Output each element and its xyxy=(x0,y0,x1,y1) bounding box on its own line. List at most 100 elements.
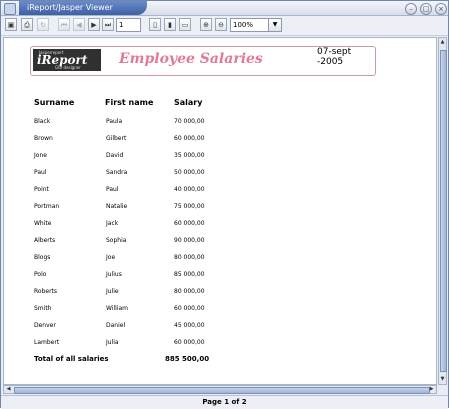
surname-cell: White xyxy=(34,220,52,227)
fit-page-button[interactable]: ▮ xyxy=(164,18,176,31)
zoom-in-button[interactable]: ⊕ xyxy=(200,18,212,31)
last-page-button[interactable]: ⏭ xyxy=(102,18,114,31)
salary-cell: 50 000,00 xyxy=(174,169,205,176)
vertical-scrollbar[interactable]: ▲ ▼ xyxy=(438,37,447,385)
first-name-cell: Joe xyxy=(106,254,116,261)
first-name-cell: Julius xyxy=(106,271,122,278)
horizontal-scrollbar[interactable]: ◀ ▶ xyxy=(3,385,437,394)
table-row: Denver Daniel 45 000,00 xyxy=(20,322,420,339)
viewer-window: iReport/Jasper Viewer – □ × ▣ ⎙ ↻ ⏮ ◀ ▶ … xyxy=(0,0,449,409)
app-icon xyxy=(4,3,16,15)
surname-cell: Black xyxy=(34,118,51,125)
surname-cell: Jone xyxy=(34,152,47,159)
first-name-cell: Julie xyxy=(106,288,119,295)
logo-caption-bottom: GUI designer xyxy=(55,65,81,70)
vertical-scroll-thumb[interactable] xyxy=(440,50,447,372)
salary-cell: 70 000,00 xyxy=(174,118,205,125)
zoom-out-button[interactable]: ⊖ xyxy=(215,18,227,31)
salary-cell: 45 000,00 xyxy=(174,322,205,329)
first-name-cell: Gilbert xyxy=(106,135,127,142)
horizontal-scroll-thumb[interactable] xyxy=(14,387,430,394)
table-row: Paul Sandra 50 000,00 xyxy=(20,169,420,186)
chevron-down-icon[interactable]: ▼ xyxy=(268,19,281,31)
minimize-button[interactable]: – xyxy=(405,3,417,15)
close-button[interactable]: × xyxy=(435,3,447,15)
salary-cell: 85 000,00 xyxy=(174,271,205,278)
scroll-up-icon[interactable]: ▲ xyxy=(439,38,446,47)
salary-cell: 60 000,00 xyxy=(174,135,205,142)
salary-cell: 35 000,00 xyxy=(174,152,205,159)
table-row: Blogs Joe 80 000,00 xyxy=(20,254,420,271)
fit-width-button[interactable]: ▭ xyxy=(179,18,191,31)
table-row: Jone David 35 000,00 xyxy=(20,152,420,169)
salary-cell: 60 000,00 xyxy=(174,305,205,312)
report-title: Employee Salaries xyxy=(119,51,263,67)
page-number-input[interactable]: 1 xyxy=(116,18,141,32)
first-name-cell: Paula xyxy=(106,118,123,125)
maximize-button[interactable]: □ xyxy=(420,3,432,15)
first-name-cell: Sandra xyxy=(106,169,128,176)
surname-cell: Roberts xyxy=(34,288,58,295)
save-button[interactable]: ▣ xyxy=(5,18,17,31)
salary-cell: 60 000,00 xyxy=(174,220,205,227)
first-name-header: First name xyxy=(105,98,154,107)
table-row: Lambert Julia 60 000,00 xyxy=(20,339,420,356)
salary-cell: 60 000,00 xyxy=(174,339,205,346)
zoom-value: 100% xyxy=(233,21,254,29)
report-viewport[interactable]: Jasperreport iReport GUI designer Employ… xyxy=(3,37,437,385)
surname-cell: Portman xyxy=(34,203,60,210)
salary-header: Salary xyxy=(174,98,203,107)
table-row: Alberts Sophia 90 000,00 xyxy=(20,237,420,254)
salary-cell: 80 000,00 xyxy=(174,288,205,295)
next-page-button[interactable]: ▶ xyxy=(88,18,100,31)
first-name-cell: David xyxy=(106,152,124,159)
table-row: Brown Gilbert 60 000,00 xyxy=(20,135,420,152)
page-status: Page 1 of 2 xyxy=(1,395,448,409)
table-row: Point Paul 40 000,00 xyxy=(20,186,420,203)
salary-cell: 75 000,00 xyxy=(174,203,205,210)
report-date: 07-sept -2005 xyxy=(317,47,352,67)
surname-cell: Blogs xyxy=(34,254,51,261)
first-page-button[interactable]: ⏮ xyxy=(58,18,70,31)
surname-cell: Alberts xyxy=(34,237,56,244)
surname-cell: Paul xyxy=(34,169,47,176)
surname-cell: Point xyxy=(34,186,49,193)
print-button[interactable]: ⎙ xyxy=(21,18,33,31)
table-row: White Jack 60 000,00 xyxy=(20,220,420,237)
title-bar[interactable]: iReport/Jasper Viewer – □ × xyxy=(1,1,448,16)
surname-cell: Brown xyxy=(34,135,53,142)
window-title: iReport/Jasper Viewer xyxy=(19,1,147,15)
surname-header: Surname xyxy=(34,98,75,107)
first-name-cell: Daniel xyxy=(106,322,126,329)
surname-cell: Lambert xyxy=(34,339,60,346)
first-name-cell: Julia xyxy=(106,339,119,346)
salary-cell: 90 000,00 xyxy=(174,237,205,244)
first-name-cell: Jack xyxy=(106,220,119,227)
first-name-cell: Sophia xyxy=(106,237,127,244)
previous-page-button[interactable]: ◀ xyxy=(73,18,85,31)
total-label: Total of all salaries xyxy=(34,355,109,363)
report-page: Jasperreport iReport GUI designer Employ… xyxy=(20,38,436,384)
reload-button[interactable]: ↻ xyxy=(37,18,49,31)
salary-cell: 40 000,00 xyxy=(174,186,205,193)
surname-cell: Denver xyxy=(34,322,56,329)
first-name-cell: Paul xyxy=(106,186,119,193)
report-header: Jasperreport iReport GUI designer Employ… xyxy=(30,46,376,76)
scroll-right-icon[interactable]: ▶ xyxy=(427,386,436,393)
zoom-select[interactable]: 100% ▼ xyxy=(230,18,282,32)
table-row: Smith William 60 000,00 xyxy=(20,305,420,322)
actual-size-button[interactable]: ▯ xyxy=(149,18,161,31)
salary-cell: 80 000,00 xyxy=(174,254,205,261)
toolbar: ▣ ⎙ ↻ ⏮ ◀ ▶ ⏭ 1 ▯ ▮ ▭ ⊕ ⊖ 100% ▼ xyxy=(1,16,448,36)
table-row: Portman Natalie 75 000,00 xyxy=(20,203,420,220)
table-row: Black Paula 70 000,00 xyxy=(20,118,420,135)
table-row: Polo Julius 85 000,00 xyxy=(20,271,420,288)
surname-cell: Smith xyxy=(34,305,52,312)
surname-cell: Polo xyxy=(34,271,47,278)
scroll-left-icon[interactable]: ◀ xyxy=(4,386,13,393)
first-name-cell: William xyxy=(106,305,128,312)
table-row: Roberts Julie 80 000,00 xyxy=(20,288,420,305)
scroll-down-icon[interactable]: ▼ xyxy=(439,375,446,384)
ireport-logo: Jasperreport iReport GUI designer xyxy=(33,49,101,71)
first-name-cell: Natalie xyxy=(106,203,128,210)
